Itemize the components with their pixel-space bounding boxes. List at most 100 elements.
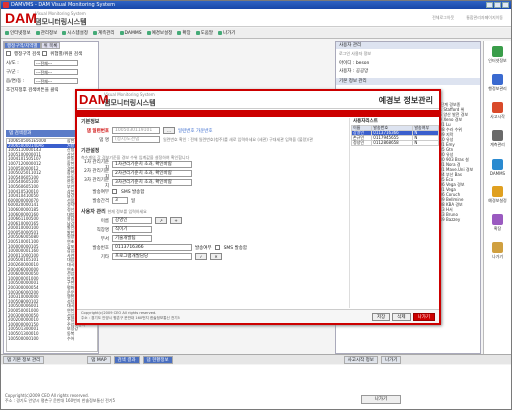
bottom-tab[interactable]: 나가기 <box>380 355 402 364</box>
menu-item[interactable]: 관리정보 <box>36 30 58 36</box>
sidebar-item[interactable]: 나가기 <box>484 237 511 265</box>
sidebar-item[interactable]: 확장 <box>484 209 511 237</box>
user-sms-label: SMS 발송함 <box>223 245 248 251</box>
user-etc-field[interactable]: 프로그램개발담당 <box>112 253 192 260</box>
field-label: 구/군 : <box>6 69 19 75</box>
radio-risk[interactable] <box>42 51 48 56</box>
type-label: 사용자 <box>339 69 352 74</box>
exit-button[interactable]: 나가기 <box>361 395 401 404</box>
logo-sub: Visual Monitoring System <box>35 11 86 16</box>
app-icon <box>3 2 9 8</box>
close-button[interactable] <box>502 2 509 8</box>
tab-region[interactable]: 행정구역/지역별 <box>4 42 41 49</box>
sidebar-item[interactable]: DAMMS <box>484 153 511 181</box>
search-button[interactable]: … <box>163 127 175 134</box>
user-pos-field[interactable]: 직이기 <box>112 226 152 233</box>
apply-button[interactable]: ✓ <box>195 253 207 260</box>
level1-field[interactable]: 1차관리기준치 초과, 확인바람 <box>112 161 192 168</box>
interval-field[interactable]: 3 <box>112 197 128 204</box>
level3-field[interactable]: 3차관리기준치 초과, 확인바람 <box>112 179 192 186</box>
user-table: 이름 발송번호 발송여부 강영인 0113716366 N 손규인 0117945655 N… <box>350 125 439 146</box>
add-button[interactable]: + <box>170 217 182 224</box>
sidebar-item[interactable]: 행정보관리 <box>484 69 511 97</box>
dam-code: 100500000100 <box>8 335 39 341</box>
section-title: 기관설정 <box>81 148 100 154</box>
level2-field[interactable]: 2차관리기준치 초과, 확인바람 <box>112 170 192 177</box>
logo-dam: DAM <box>5 10 37 26</box>
user-list-panel: 사용자리스트 이름 발송번호 발송여부 강영인 0113716366 N 손규인 0117… <box>349 118 439 308</box>
app-header: DAM Visual Monitoring System 댐모니터링시스템 전체… <box>1 9 511 27</box>
menu-item[interactable]: 확장 <box>177 30 190 36</box>
gauge-icon <box>492 130 503 141</box>
search-button[interactable]: ↗ <box>155 217 167 224</box>
user-phone-field[interactable]: 0113716366 <box>112 244 192 251</box>
sidebar-label: 예경보설정 <box>488 198 507 203</box>
sidebar-item[interactable]: 사고시작 <box>484 97 511 125</box>
minimize-button[interactable] <box>486 2 493 8</box>
sidebar-item[interactable]: 인터넷정보 <box>484 41 511 69</box>
user-list-header: 사용자리스트 <box>353 119 378 124</box>
tab-list[interactable]: 위 목록 <box>40 42 61 49</box>
delete-user-button[interactable]: ✕ <box>210 253 222 260</box>
code-field[interactable]: 1005030119101 <box>112 127 160 134</box>
menu-item[interactable]: 시스템설정 <box>62 30 88 36</box>
gugun-select[interactable]: ---전체--- <box>34 68 78 75</box>
cell: N <box>412 140 439 146</box>
menu-item[interactable]: 인터넷정보 <box>5 30 31 36</box>
id-value: beson <box>355 61 370 66</box>
interval-unit: 일 <box>131 198 136 204</box>
section-title: 사용자 관리 <box>81 209 106 215</box>
maximize-button[interactable] <box>494 2 501 8</box>
code-link[interactable]: 일련번호 가운반호 <box>178 128 213 134</box>
cell: 정성인 <box>350 140 373 146</box>
user-etc-label: 기타 <box>100 254 109 260</box>
dong-select[interactable]: ---전체--- <box>34 77 78 84</box>
menu-item[interactable]: 나가기 <box>218 30 235 36</box>
logo: DAM Visual Monitoring System 댐모니터링시스템 <box>5 10 123 27</box>
menu-item[interactable]: 예경보설정 <box>147 30 173 36</box>
sms-checkbox[interactable] <box>112 189 117 194</box>
footer: Copyright(c)2009 CEO All rights reserved… <box>1 365 511 409</box>
bottom-tab[interactable]: 사고시작 정보 <box>343 355 378 364</box>
dialog-body: 기본정보 댐 일련번호 1005030119101… 일련번호 가운반호 댐 명 (청… <box>81 118 347 308</box>
radio-region[interactable] <box>6 51 11 56</box>
sidebar-label: 나가기 <box>491 254 504 259</box>
name-label: 댐 명 <box>99 137 109 143</box>
section-title: 기본정보 <box>81 119 100 125</box>
code-note: 일련번호 확인 : 전체 일련번호(청주)를 새로 입력하세요 (세관) 구대세… <box>163 137 313 142</box>
save-button[interactable]: 저장 <box>372 313 391 321</box>
exit-icon <box>492 242 503 253</box>
sido-select[interactable]: ---전체--- <box>34 59 78 66</box>
code-label: 댐 일련번호 <box>86 128 109 134</box>
delete-button[interactable]: 삭제 <box>392 313 411 321</box>
name-field[interactable]: (청시)도천댐 <box>112 136 160 143</box>
user-sms-checkbox[interactable] <box>214 245 220 250</box>
table-row[interactable]: 정성인 0112868658 N <box>350 140 439 146</box>
sidebar-item[interactable]: 예경보설정 <box>484 181 511 209</box>
bottom-tab[interactable]: 댐 MAP <box>87 355 111 364</box>
user-dept-field[interactable]: 기술개발팀 <box>112 235 152 242</box>
user-name-label: 이름 <box>100 218 109 224</box>
menu-item[interactable]: DAMMS <box>120 31 142 36</box>
alert-info-dialog: DAM Visual Monitoring System 댐모니터링시스템 예경… <box>75 89 441 325</box>
window-controls <box>486 2 509 8</box>
dialog-logo-kor: 댐모니터링시스템 <box>104 99 156 107</box>
bottom-tab[interactable]: 댐 현황정보 <box>142 355 173 364</box>
list-item[interactable]: 100500000100 수어 <box>7 335 97 342</box>
bottom-tab[interactable]: 검색 결과 <box>113 355 140 364</box>
send-label: 발송여부 <box>92 189 109 195</box>
interval-label: 발송간격 <box>92 198 109 204</box>
menu-item[interactable]: 도움말 <box>196 30 213 36</box>
user-pos-label: 직장명 <box>96 227 109 233</box>
user-name-field[interactable]: 강영인 <box>112 217 152 224</box>
exit-button[interactable]: 나가기 <box>412 313 435 321</box>
admin-link[interactable]: 통합관리자페이지이동 <box>466 15 503 21</box>
sidebar-item[interactable]: 계측관리 <box>484 125 511 153</box>
field-label: 시/도 : <box>6 60 19 66</box>
sidebar-label: 행정보관리 <box>488 86 507 91</box>
menu-item[interactable]: 계측관리 <box>93 30 115 36</box>
bottom-tab[interactable]: 댐 기본 정보 관리 <box>3 355 45 364</box>
logout-link[interactable]: 전체로그아웃 <box>432 15 454 21</box>
dialog-footer: Copyright(c)2009 CEO All rights reserved… <box>77 309 439 323</box>
dialog-tab-strip <box>77 110 439 117</box>
